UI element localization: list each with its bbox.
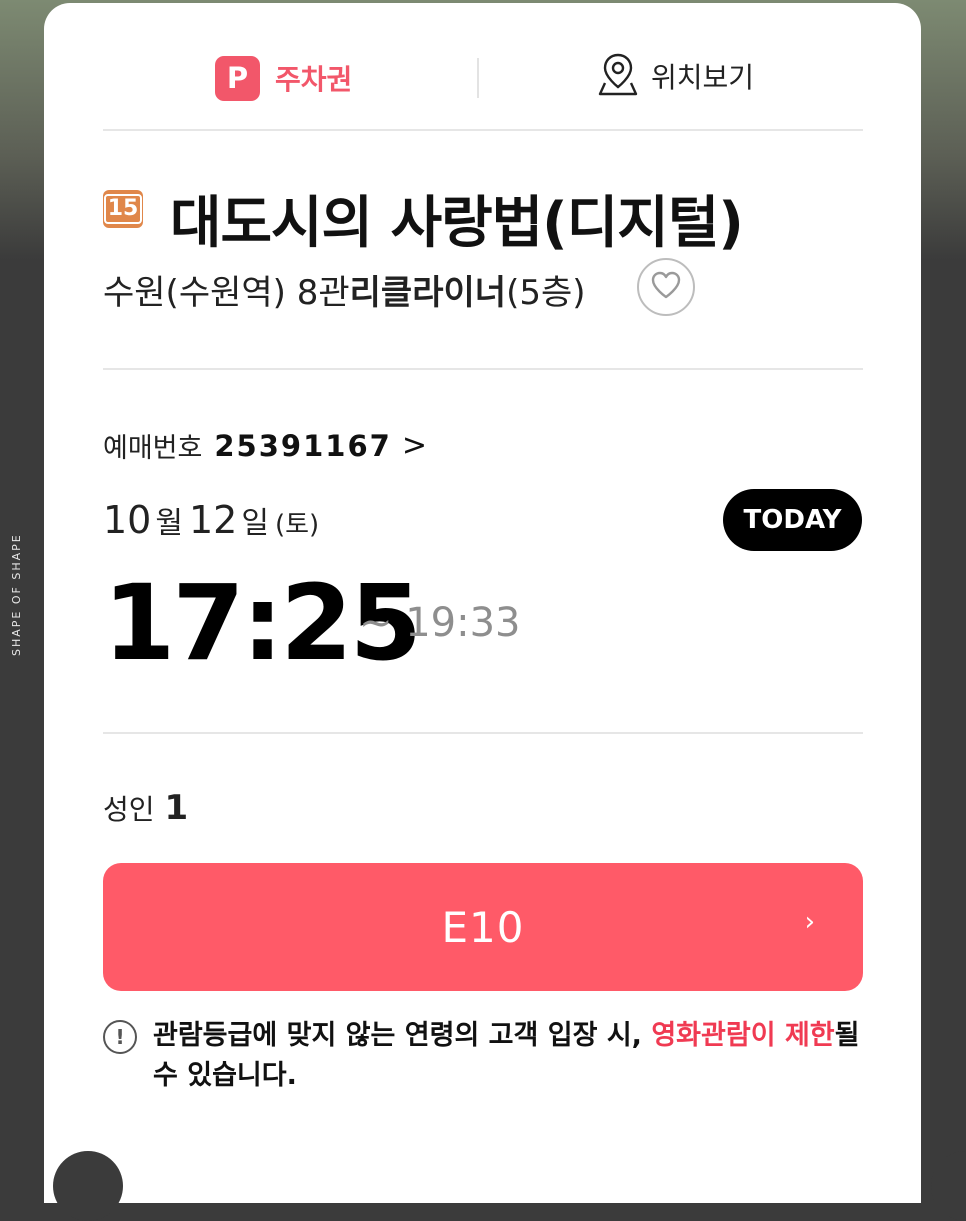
parking-ticket-label: 주차권 xyxy=(275,63,353,96)
show-date: 10 월 12 일 (토) xyxy=(103,498,319,542)
map-pin-icon xyxy=(597,51,639,101)
booking-number: 25391167 xyxy=(214,428,392,463)
screen-floor: (5층) xyxy=(506,273,586,313)
show-end-time: ~ 19:33 xyxy=(359,600,521,646)
ticket-notch-right xyxy=(931,1151,966,1221)
booking-number-label: 예매번호 xyxy=(103,433,203,464)
notice-highlight: 영화관람이 제한 xyxy=(651,1020,835,1051)
parking-icon: P xyxy=(215,55,260,101)
audience-count: 1 xyxy=(164,788,189,828)
ticket-notch-left xyxy=(53,1151,123,1221)
view-location-label: 위치보기 xyxy=(651,61,755,94)
theater-info: 수원(수원역) 8관 리클라이너 (5층) xyxy=(103,265,586,314)
today-badge: TODAY xyxy=(723,489,862,551)
seat-info-button[interactable]: E10 › xyxy=(103,863,863,991)
heart-icon xyxy=(650,271,682,303)
divider xyxy=(103,368,863,370)
age-rating-badge: 15 xyxy=(103,190,143,228)
exclamation-icon: ! xyxy=(103,1020,137,1054)
theater-name: 수원(수원역) 8관 xyxy=(103,273,350,313)
show-weekday: (토) xyxy=(274,510,320,540)
audience-type: 성인 xyxy=(103,793,155,826)
audience-info: 성인 1 xyxy=(103,788,188,828)
parking-ticket-tab[interactable]: P 주차권 xyxy=(215,55,352,101)
notice-text: 관람등급에 맞지 않는 연령의 고객 입장 시, 영화관람이 제한될 수 있습니… xyxy=(153,1020,860,1091)
divider xyxy=(103,732,863,734)
chevron-right-icon: > xyxy=(401,428,427,463)
view-location-tab[interactable]: 위치보기 xyxy=(597,51,754,101)
ticket-tab-bar: P 주차권 위치보기 xyxy=(103,35,863,125)
booking-number-link[interactable]: 예매번호 25391167 > xyxy=(103,426,427,465)
day-unit: 일 xyxy=(241,506,269,541)
tab-divider xyxy=(477,58,479,98)
show-month: 10 xyxy=(103,498,152,542)
movie-title: 대도시의 사랑법(디지털) xyxy=(170,191,744,256)
screen-type: 리클라이너 xyxy=(349,273,507,313)
divider xyxy=(103,129,863,131)
chevron-right-icon: › xyxy=(804,907,815,937)
show-day: 12 xyxy=(188,498,238,542)
seat-number: E10 xyxy=(441,902,525,952)
side-caption: SHAPE OF SHAPE xyxy=(10,533,23,657)
month-unit: 월 xyxy=(155,506,183,541)
favorite-theater-button[interactable] xyxy=(637,258,695,316)
